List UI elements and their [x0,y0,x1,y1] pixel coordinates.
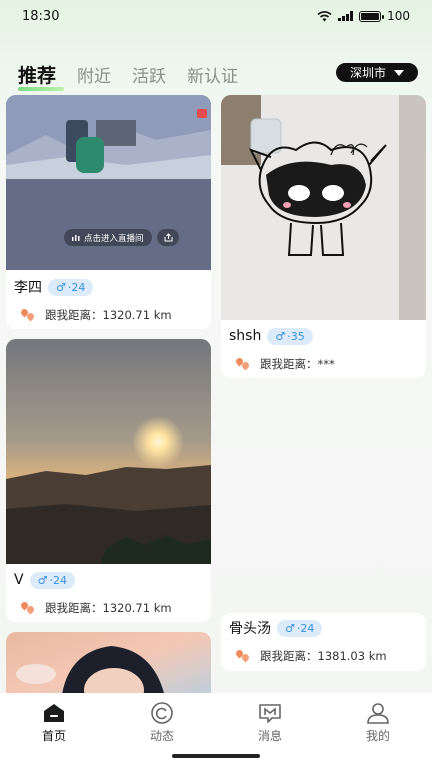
share-button[interactable] [157,229,179,246]
distance-label: 跟我距离： [45,601,103,615]
age-value: ·24 [67,280,86,294]
card-photo [6,632,211,693]
nav-home-label: 首页 [41,729,66,743]
card-photo [6,339,211,564]
user-name: 骨头汤 [229,621,271,637]
male-icon: ♂ [275,329,286,343]
age-value: ·35 [287,329,305,343]
male-icon: ♂ [37,573,48,587]
user-card[interactable]: 骨头汤 ♂ ·24 跟我距离： 1381.03 km [221,613,426,671]
user-name: 李四 [14,280,42,296]
distance-label: 跟我距离： [45,308,103,322]
tab-active[interactable]: 活跃 [132,62,166,87]
nav-home[interactable]: 首页 [0,701,108,768]
city-label: 深圳市 [349,66,386,80]
gender-age-badge: ♂ ·35 [267,327,313,345]
location-icon [236,650,250,662]
user-card[interactable]: 点击进入直播间 李四 ♂ ·24 跟我距离： 1320.71 km [6,95,211,329]
home-indicator[interactable] [172,754,260,758]
enter-live-button[interactable]: 点击进入直播间 [64,229,152,246]
gender-age-badge: ♂ ·24 [48,278,94,296]
status-bar: 18:30 100 [0,0,432,32]
live-bars-icon [72,235,80,241]
card-photo [221,95,426,320]
nav-messages-label: 消息 [257,729,282,743]
distance-label: 跟我距离： [260,649,318,663]
category-tabs: 推荐 附近 活跃 新认证 深圳市 [18,58,418,91]
card-info: shsh ♂ ·35 跟我距离： *** [221,325,426,372]
location-icon [21,309,35,321]
caret-down-icon [394,69,404,76]
user-name: V [14,572,24,588]
city-selector[interactable]: 深圳市 [336,63,418,82]
battery-level: 100 [387,9,410,23]
distance-value: 1320.71 km [102,601,172,615]
battery-icon [359,10,385,22]
wifi-icon [317,10,332,21]
card-info: 骨头汤 ♂ ·24 跟我距离： 1381.03 km [221,617,426,664]
home-icon [44,704,64,722]
age-value: ·24 [296,621,315,635]
signal-icon [338,11,354,21]
nav-moments-label: 动态 [149,729,174,743]
tab-nearby[interactable]: 附近 [77,62,111,87]
user-card[interactable]: V ♂ ·24 跟我距离： 1320.71 km [6,339,211,622]
tab-newly-verified[interactable]: 新认证 [187,62,238,87]
gender-age-badge: ♂ ·24 [277,619,323,637]
status-time: 18:30 [22,8,60,24]
profile-icon [367,703,389,724]
card-info: 李四 ♂ ·24 跟我距离： 1320.71 km [6,276,211,323]
user-name: shsh [229,328,262,344]
share-icon [164,233,172,242]
moments-icon [151,702,173,724]
tab-recommend[interactable]: 推荐 [18,61,65,91]
gender-age-badge: ♂ ·24 [29,571,75,589]
user-card[interactable]: shsh ♂ ·35 跟我距离： *** [221,95,426,378]
location-icon [236,358,250,370]
male-icon: ♂ [56,280,66,294]
status-icons: 100 [317,9,410,23]
location-icon [21,602,35,614]
age-value: ·24 [49,573,67,587]
card-info: V ♂ ·24 跟我距离： 1320.71 km [6,569,211,616]
user-feed: 点击进入直播间 李四 ♂ ·24 跟我距离： 1320.71 km shsh ♂… [0,95,432,693]
distance-label: 跟我距离： [260,357,318,371]
enter-live-label: 点击进入直播间 [84,233,144,244]
user-card[interactable] [6,632,211,693]
nav-profile-label: 我的 [365,729,390,743]
distance-value: *** [317,357,335,371]
male-icon: ♂ [285,621,295,635]
message-icon [259,704,281,723]
nav-profile[interactable]: 我的 [324,701,432,768]
distance-value: 1381.03 km [317,649,387,663]
distance-value: 1320.71 km [102,308,172,322]
